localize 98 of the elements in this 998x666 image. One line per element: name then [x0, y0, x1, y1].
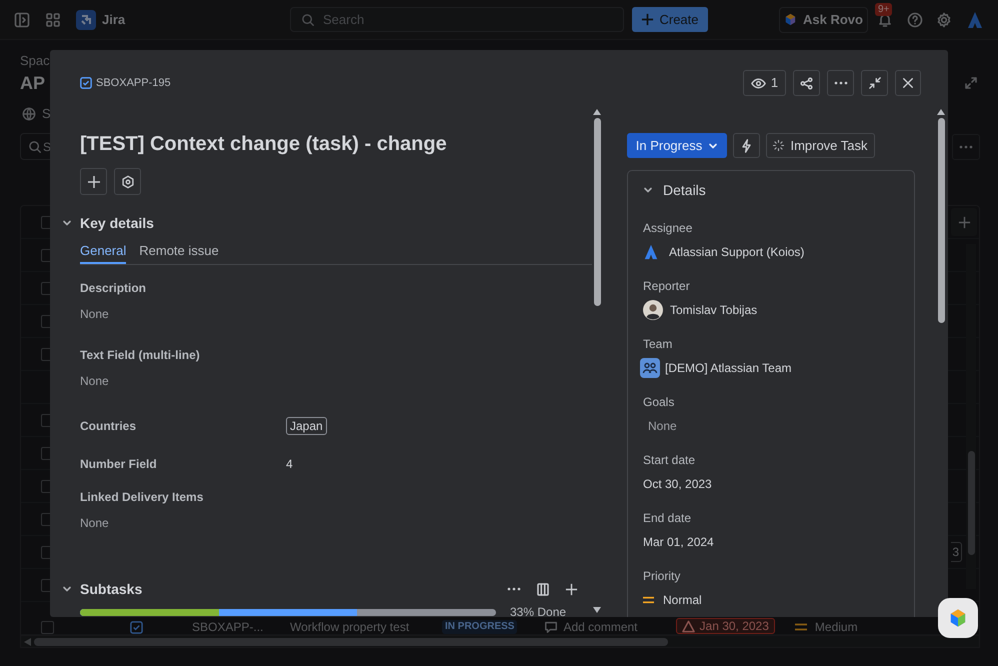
scroll-down-icon[interactable] — [593, 607, 601, 613]
field-label: Assignee — [643, 220, 694, 237]
sidebar-toggle-icon[interactable] — [14, 12, 30, 28]
field-value[interactable]: Atlassian Support (Koios) — [669, 243, 804, 261]
field-label: End date — [643, 510, 692, 527]
chevron-down-icon[interactable] — [62, 218, 72, 228]
due-date-lozenge: Jan 30, 2023 — [676, 618, 775, 634]
status-button[interactable]: In Progress — [627, 133, 727, 158]
field-label: Goals — [643, 394, 676, 411]
columns-icon[interactable] — [537, 582, 549, 596]
field-label: Number Field — [80, 456, 158, 473]
tab[interactable]: Remote issue — [139, 240, 219, 264]
collapse-button[interactable] — [861, 70, 888, 96]
section-heading: Key details — [80, 214, 154, 233]
field-value[interactable]: Oct 30, 2023 — [643, 475, 712, 493]
warning-icon — [682, 620, 695, 632]
priority-medium-icon — [643, 596, 654, 604]
more-icon[interactable] — [507, 587, 521, 591]
field-label: Reporter — [643, 278, 691, 295]
eye-icon — [750, 76, 766, 90]
progress-label: 33% Done — [510, 604, 566, 617]
share-icon — [800, 76, 813, 90]
breadcrumb: Spac — [20, 53, 51, 69]
horizontal-scrollbar[interactable] — [20, 636, 980, 648]
priority-label: Medium — [814, 620, 858, 634]
field-label: Linked Delivery Items — [80, 489, 204, 506]
field-value[interactable]: [DEMO] Atlassian Team — [665, 359, 792, 377]
chevron-down-icon — [708, 140, 718, 150]
ask-rovo-button[interactable]: Ask Rovo — [779, 6, 868, 32]
chevron-down-icon[interactable] — [643, 185, 653, 195]
expand-icon[interactable] — [964, 76, 978, 90]
sparkle-icon — [773, 140, 784, 151]
priority-medium-icon — [794, 623, 807, 631]
globe-icon[interactable] — [22, 107, 36, 121]
automation-button[interactable] — [733, 133, 760, 158]
scrollbar-thumb[interactable] — [34, 638, 668, 646]
field-value[interactable]: 4 — [286, 455, 293, 473]
field-value[interactable]: Tomislav Tobijas — [670, 301, 758, 319]
scroll-up-icon[interactable] — [593, 109, 601, 115]
apps-grid-icon[interactable] — [45, 12, 61, 28]
close-button[interactable] — [895, 70, 921, 96]
watch-button[interactable]: 1 — [743, 70, 786, 96]
field-value[interactable]: None — [80, 305, 592, 323]
section-heading: Subtasks — [80, 580, 142, 598]
plus-icon — [958, 216, 970, 228]
improve-task-button[interactable]: Improve Task — [766, 133, 875, 158]
task-icon — [130, 621, 143, 634]
plus-icon[interactable] — [565, 582, 578, 596]
section-heading: Details — [663, 180, 706, 200]
more-button[interactable] — [827, 70, 854, 96]
field-value[interactable]: None — [648, 417, 677, 435]
field-label: Priority — [643, 568, 682, 585]
apps-button[interactable] — [114, 168, 141, 195]
share-button[interactable] — [793, 70, 820, 96]
field-value[interactable]: Mar 01, 2024 — [643, 533, 714, 551]
add-button[interactable] — [80, 168, 107, 195]
country-tag[interactable]: Japan — [286, 417, 327, 435]
settings-icon[interactable] — [936, 12, 952, 28]
field-value[interactable]: Normal — [663, 591, 702, 609]
task-icon — [80, 77, 92, 89]
scrollbar-thumb[interactable] — [594, 118, 600, 306]
checkbox[interactable] — [41, 621, 54, 634]
field-label: Description — [80, 280, 148, 297]
issue-key-link[interactable]: SBOXAPP-195 — [80, 74, 171, 92]
search-icon — [28, 140, 42, 154]
date-tag: 3 — [951, 542, 962, 562]
status-badge: IN PROGRESS — [442, 620, 518, 634]
tab[interactable]: General — [80, 240, 126, 264]
rovo-chat-button[interactable] — [938, 598, 978, 638]
chevron-down-icon[interactable] — [62, 584, 72, 594]
field-label: Countries — [80, 418, 138, 435]
plus-icon — [641, 13, 654, 26]
field-value[interactable]: None — [80, 372, 592, 390]
scrollbar[interactable] — [966, 244, 976, 589]
field-label: Text Field (multi-line) — [80, 347, 201, 364]
comment-icon — [544, 620, 558, 634]
user-avatar-icon — [643, 300, 663, 320]
scrollbar-thumb[interactable] — [968, 451, 975, 555]
help-icon[interactable] — [907, 12, 923, 28]
app-name: Jira — [102, 10, 126, 29]
team-icon — [640, 358, 660, 378]
close-icon — [902, 77, 914, 89]
hexagon-icon — [120, 174, 134, 188]
field-label: Team — [643, 336, 674, 353]
more-icon — [959, 144, 973, 148]
field-label: Start date — [643, 452, 696, 469]
issue-title: [TEST] Context change (task) - change — [80, 132, 448, 157]
collapse-icon — [868, 77, 880, 89]
plus-icon — [86, 174, 100, 188]
field-value[interactable]: None — [80, 514, 592, 532]
add-column-button[interactable] — [951, 208, 977, 236]
search-icon — [301, 12, 315, 26]
page-title: AP — [20, 72, 46, 94]
more-icon — [834, 81, 848, 85]
scroll-up-icon[interactable] — [937, 109, 945, 115]
lightning-icon — [740, 138, 753, 152]
scrollbar-thumb[interactable] — [938, 118, 944, 323]
notification-badge: 9+ — [875, 2, 892, 16]
